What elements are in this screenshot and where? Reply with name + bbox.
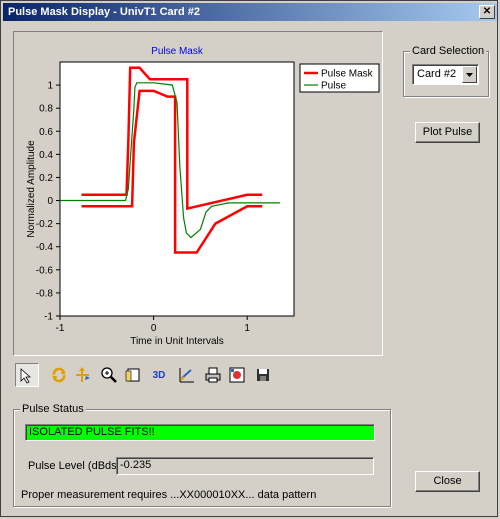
y-tick-label: 0.2 — [39, 173, 53, 184]
chevron-down-icon[interactable] — [462, 66, 477, 83]
plot-pulse-button[interactable]: Plot Pulse — [415, 122, 480, 143]
pulse-level-field: -0.235 — [116, 457, 374, 475]
card-selection-label: Card Selection — [410, 45, 487, 57]
legend-label: Pulse — [321, 81, 346, 92]
card-selection-group: Card Selection Card #2 — [403, 45, 489, 97]
y-tick-label: 0.6 — [39, 127, 53, 138]
y-tick-label: -0.6 — [36, 265, 54, 276]
pulse-mask-chart: Pulse Mask 1 0.8 0.6 0.4 0.2 0 -0.2 -0.4 -0.6 -0.8… — [26, 46, 380, 347]
x-tick-label: -1 — [56, 323, 65, 334]
y-tick-label: -0.4 — [36, 242, 54, 253]
page-icon[interactable] — [121, 363, 145, 387]
x-axis-label: Time in Unit Intervals — [130, 336, 224, 347]
y-tick-label: 0.8 — [39, 104, 53, 115]
y-tick-label: -0.2 — [36, 219, 54, 230]
y-tick-label: -0.8 — [36, 288, 54, 299]
pulse-status-label: Pulse Status — [20, 403, 86, 415]
export-image-icon[interactable] — [225, 363, 249, 387]
close-button[interactable]: Close — [415, 471, 480, 492]
measurement-footnote: Proper measurement requires ...XX000010X… — [21, 489, 317, 501]
window-close-button[interactable]: ✕ — [479, 5, 495, 19]
y-tick-label: -1 — [44, 312, 53, 323]
chart-panel: Pulse Mask 1 0.8 0.6 0.4 0.2 0 -0.2 -0.4 -0.6 -0.8… — [13, 31, 383, 356]
zoom-icon[interactable] — [97, 363, 121, 387]
print-icon[interactable] — [201, 363, 225, 387]
y-tick-label: 0 — [47, 196, 53, 207]
y-tick-label: 0.4 — [39, 150, 53, 161]
pulse-mask-window: Pulse Mask Display - UnivT1 Card #2 ✕ Pu… — [0, 0, 498, 517]
chart-edit-icon[interactable] — [175, 363, 199, 387]
x-tick-label: 0 — [151, 323, 157, 334]
axis-scale-icon[interactable] — [70, 363, 94, 387]
3d-icon[interactable]: 3D — [147, 363, 171, 387]
card-select-value: Card #2 — [417, 68, 457, 80]
3d-label: 3D — [152, 369, 166, 381]
pointer-icon[interactable] — [15, 363, 39, 387]
y-axis-label: Normalized Amplitude — [26, 140, 37, 238]
chart-toolbar: 3D — [13, 361, 273, 389]
chart-title: Pulse Mask — [151, 46, 204, 57]
y-tick-label: 1 — [47, 81, 53, 92]
pulse-level-label: Pulse Level (dBdsx): — [28, 460, 129, 472]
title-bar[interactable]: Pulse Mask Display - UnivT1 Card #2 ✕ — [3, 3, 497, 21]
status-message: ISOLATED PULSE FITS!! — [25, 424, 375, 441]
card-select[interactable]: Card #2 — [412, 64, 479, 85]
rotate-icon[interactable] — [47, 363, 71, 387]
save-icon[interactable] — [251, 363, 275, 387]
x-tick-label: 1 — [244, 323, 250, 334]
legend-label: Pulse Mask — [321, 69, 374, 80]
window-title: Pulse Mask Display - UnivT1 Card #2 — [8, 6, 200, 18]
plot-area — [59, 61, 295, 317]
